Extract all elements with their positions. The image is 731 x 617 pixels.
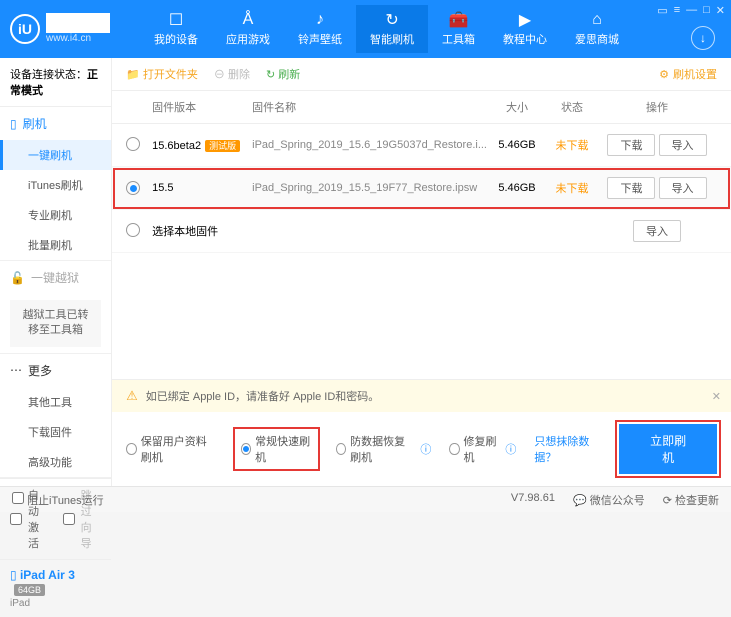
nav-tutorial[interactable]: ▶教程中心 — [489, 5, 561, 53]
section-more-header[interactable]: ⋯ 更多 — [0, 354, 111, 387]
mode-anti-recovery[interactable]: 防数据恢复刷机ⓘ — [336, 433, 432, 465]
auto-activate-checkbox[interactable] — [10, 513, 22, 525]
window-controls: ▭ ≡ — □ ✕ — [657, 4, 725, 17]
mode-keep-data[interactable]: 保留用户资料刷机 — [126, 433, 216, 465]
lock-icon: 🔓 — [10, 271, 25, 285]
sidebar-item-advanced[interactable]: 高级功能 — [0, 447, 111, 477]
close-button[interactable]: ✕ — [716, 4, 725, 17]
titlebar: iU 爱思助手 www.i4.cn ☐我的设备 Å应用游戏 ♪铃声壁纸 ↻智能刷… — [0, 0, 731, 58]
nav-toolbox[interactable]: 🧰工具箱 — [428, 5, 489, 53]
main-panel: 📁 打开文件夹 ⊖ 删除 ↻ 刷新 ⚙ 刷机设置 固件版本 固件名称 大小 状态… — [112, 58, 731, 486]
flash-now-button[interactable]: 立即刷机 — [619, 424, 717, 474]
app-url: www.i4.cn — [46, 33, 110, 45]
block-itunes-checkbox[interactable] — [12, 492, 24, 504]
sidebar-item-itunes-flash[interactable]: iTunes刷机 — [0, 170, 111, 200]
app-name: 爱思助手 — [46, 13, 110, 32]
firmware-row[interactable]: 15.6beta2测试版 iPad_Spring_2019_15.6_19G50… — [112, 124, 731, 167]
top-nav: ☐我的设备 Å应用游戏 ♪铃声壁纸 ↻智能刷机 🧰工具箱 ▶教程中心 ⌂爱思商城 — [140, 5, 633, 53]
open-folder-button[interactable]: 📁 打开文件夹 — [126, 66, 198, 82]
auto-activate-row: 自动激活 跳过向导 — [0, 478, 111, 559]
phone-icon: ▯ — [10, 117, 17, 131]
menu-icon[interactable]: ▭ — [657, 4, 667, 17]
appleid-warning: ⚠ 如已绑定 Apple ID，请准备好 Apple ID和密码。 ✕ — [112, 380, 731, 412]
block-itunes-option[interactable]: 阻止iTunes运行 — [12, 492, 104, 508]
sidebar-item-pro-flash[interactable]: 专业刷机 — [0, 200, 111, 230]
close-warning-button[interactable]: ✕ — [712, 390, 721, 403]
app-logo: iU 爱思助手 www.i4.cn — [10, 13, 110, 44]
select-radio[interactable] — [126, 223, 140, 237]
download-indicator-icon[interactable]: ↓ — [691, 26, 715, 50]
jailbreak-moved-note: 越狱工具已转移至工具箱 — [10, 300, 101, 347]
gear-icon: ⚙ — [659, 68, 669, 81]
store-icon: ⌂ — [592, 11, 602, 29]
check-update-link[interactable]: ⟳ 检查更新 — [663, 492, 719, 508]
logo-icon: iU — [10, 14, 40, 44]
connection-status: 设备连接状态：正常模式 — [0, 58, 111, 107]
section-flash-header[interactable]: ▯ 刷机 — [0, 107, 111, 140]
help-icon[interactable]: ⓘ — [420, 441, 431, 457]
tablet-icon: ▯ — [10, 568, 17, 582]
refresh-button[interactable]: ↻ 刷新 — [266, 66, 300, 82]
sidebar-item-batch-flash[interactable]: 批量刷机 — [0, 230, 111, 260]
nav-store[interactable]: ⌂爱思商城 — [561, 5, 633, 53]
nav-ringtone-wallpaper[interactable]: ♪铃声壁纸 — [284, 5, 356, 53]
warning-icon: ⚠ — [126, 388, 138, 404]
toolbox-icon: 🧰 — [449, 11, 469, 29]
music-icon: ♪ — [316, 11, 324, 29]
apps-icon: Å — [243, 11, 254, 29]
sidebar-item-oneclick-flash[interactable]: 一键刷机 — [0, 140, 111, 170]
list-icon[interactable]: ≡ — [674, 4, 680, 17]
firmware-table-body: 15.6beta2测试版 iPad_Spring_2019_15.6_19G50… — [112, 124, 731, 379]
delete-button[interactable]: ⊖ 删除 — [214, 66, 250, 82]
flash-icon: ↻ — [385, 11, 398, 29]
sidebar-item-other-tools[interactable]: 其他工具 — [0, 387, 111, 417]
select-radio[interactable] — [126, 137, 140, 151]
toolbar: 📁 打开文件夹 ⊖ 删除 ↻ 刷新 ⚙ 刷机设置 — [112, 58, 731, 91]
sidebar: 设备连接状态：正常模式 ▯ 刷机 一键刷机 iTunes刷机 专业刷机 批量刷机… — [0, 58, 112, 486]
mode-normal-fast[interactable]: 常规快速刷机 — [235, 429, 318, 469]
section-jailbreak-header[interactable]: 🔓 一键越狱 — [0, 261, 111, 294]
skip-guide-checkbox[interactable] — [63, 513, 75, 525]
import-button[interactable]: 导入 — [633, 220, 681, 242]
erase-only-link[interactable]: 只想抹除数据？ — [534, 433, 601, 465]
nav-smart-flash[interactable]: ↻智能刷机 — [356, 5, 428, 53]
device-info[interactable]: ▯ iPad Air 3 64GB iPad — [0, 559, 111, 617]
firmware-table-header: 固件版本 固件名称 大小 状态 操作 — [112, 91, 731, 124]
local-firmware-row[interactable]: 选择本地固件 导入 — [112, 210, 731, 253]
version-label: V7.98.61 — [511, 492, 555, 508]
help-icon[interactable]: ⓘ — [505, 441, 516, 457]
sidebar-item-download-firmware[interactable]: 下载固件 — [0, 417, 111, 447]
select-radio[interactable] — [126, 181, 140, 195]
nav-apps-games[interactable]: Å应用游戏 — [212, 5, 284, 53]
flash-mode-row: 保留用户资料刷机 常规快速刷机 防数据恢复刷机ⓘ 修复刷机ⓘ 只想抹除数据？ 立… — [112, 412, 731, 486]
wechat-link[interactable]: 💬 微信公众号 — [573, 492, 645, 508]
minimize-button[interactable]: — — [686, 4, 697, 17]
more-icon: ⋯ — [10, 363, 22, 377]
import-button[interactable]: 导入 — [659, 134, 707, 156]
flash-settings-button[interactable]: ⚙ 刷机设置 — [659, 66, 717, 82]
firmware-row-selected[interactable]: 15.5 iPad_Spring_2019_15.5_19F77_Restore… — [112, 167, 731, 210]
download-button[interactable]: 下载 — [607, 134, 655, 156]
nav-my-device[interactable]: ☐我的设备 — [140, 5, 212, 53]
device-icon: ☐ — [169, 11, 183, 29]
maximize-button[interactable]: □ — [703, 4, 710, 17]
import-button[interactable]: 导入 — [659, 177, 707, 199]
bottom-panel: ⚠ 如已绑定 Apple ID，请准备好 Apple ID和密码。 ✕ 保留用户… — [112, 379, 731, 486]
download-button[interactable]: 下载 — [607, 177, 655, 199]
tutorial-icon: ▶ — [519, 11, 531, 29]
mode-repair[interactable]: 修复刷机ⓘ — [449, 433, 516, 465]
